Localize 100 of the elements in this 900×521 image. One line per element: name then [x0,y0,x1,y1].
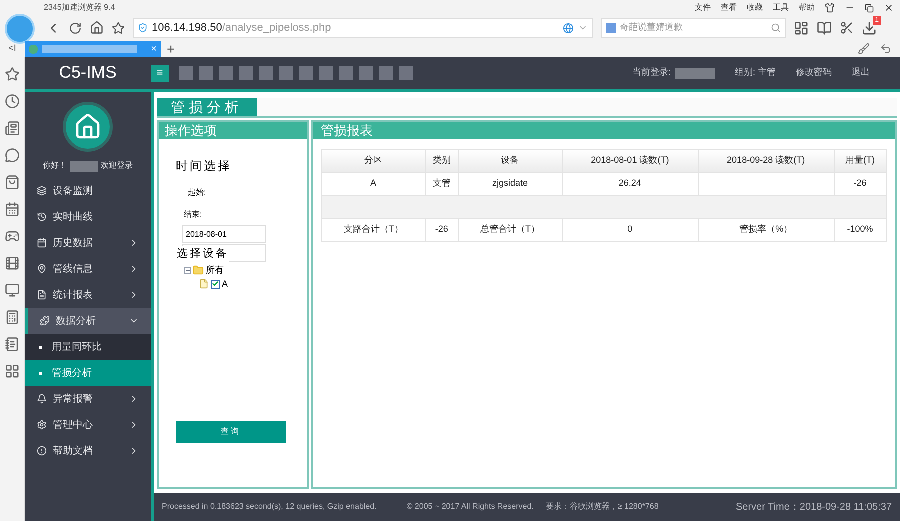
history-icon [37,212,47,222]
sidebar-item[interactable]: 数据分析 [25,308,151,334]
redacted-block [339,66,353,80]
menu-item[interactable]: 文件 [695,2,711,14]
address-bar[interactable]: 106.14.198.50/analyse_pipeloss.php [133,18,593,38]
redacted-block [199,66,213,80]
table-cell: 0 [562,218,698,242]
table-cell: 管损率（%） [698,218,834,242]
map-pin-icon [37,264,47,274]
favorite-icon[interactable] [112,22,125,34]
search-icon [771,23,781,33]
reader-icon[interactable] [817,20,832,36]
redacted-block [674,68,715,78]
login-label: 当前登录: [632,66,671,80]
monitor-icon[interactable] [4,283,20,298]
file-icon [199,279,209,290]
collapse-toggle[interactable] [184,267,191,274]
menu-item[interactable]: 帮助 [799,2,815,14]
bell-icon [37,394,47,404]
sidebar-item[interactable]: 管线信息 [25,256,151,282]
menu-item[interactable]: 查看 [721,2,737,14]
redacted-block [259,66,273,80]
group-label: 组别: 主管 [734,66,776,80]
undo-icon[interactable] [880,43,892,55]
sidebar-item[interactable]: 帮助文档 [25,438,151,464]
clock-icon[interactable] [4,94,20,109]
column-header: 分区 [322,150,426,172]
sidebar-item[interactable]: 实时曲线 [25,204,151,230]
column-header: 2018-09-28 读数(T) [698,150,834,172]
table-cell: -26 [426,218,458,242]
app-logo: C5-IMS [58,62,118,84]
change-password-link[interactable]: 修改密码 [796,66,832,80]
settings-icon [37,420,47,430]
apps-icon[interactable] [794,20,809,36]
redacted-block [359,66,373,80]
field-label: 起始: [188,187,208,199]
browser-logo-icon [5,14,35,44]
avatar-icon [63,102,113,152]
sidebar-toggle[interactable]: <I [0,42,25,56]
clean-icon[interactable] [858,43,870,55]
table-cell: 总管合计（T） [458,218,562,242]
section-heading: 选择设备 [177,246,229,262]
submenu-item[interactable]: 管损分析 [25,360,151,386]
tree-label[interactable]: A [222,278,228,291]
welcome-text: 欢迎登录 [101,160,133,172]
site-icon [29,44,38,54]
date-field[interactable]: 2018-08-01 [182,225,266,243]
newspaper-icon[interactable] [4,121,20,136]
skin-icon[interactable] [825,3,835,13]
logout-link[interactable]: 退出 [852,66,870,80]
layers-icon [37,186,47,196]
screenshot-icon[interactable] [840,21,854,35]
download-icon[interactable] [862,20,877,36]
star-icon[interactable] [4,67,20,82]
sidebar-item[interactable]: 统计报表 [25,282,151,308]
redacted-block [279,66,293,80]
document-icon [37,290,47,300]
footer-text: 要求：谷歌浏览器，≥ 1280*768 [546,501,659,513]
search-engine-icon [606,23,616,33]
close-icon[interactable] [884,3,894,13]
grid-icon[interactable] [4,364,20,379]
bag-icon[interactable] [4,175,20,190]
footer-text: © 2005 ~ 2017 All Rights Reserved. [406,501,534,513]
calculator-icon[interactable] [4,310,20,325]
home-icon[interactable] [90,21,104,35]
footer-text: Processed in 0.183623 second(s), 12 queries, Gzip enabled. [162,501,377,513]
checkbox[interactable] [211,280,220,289]
column-header: 用量(T) [834,150,886,172]
shield-icon [138,23,148,33]
table-cell: 支路合计（T） [322,218,426,242]
chat-icon[interactable] [4,148,20,163]
redacted-block [179,66,193,80]
field-label: 结束: [184,209,204,221]
redacted-block [219,66,233,80]
column-header: 设备 [458,150,562,172]
greeting: 你好！ [43,160,67,172]
sidebar-item[interactable]: 历史数据 [25,230,151,256]
redacted-block [379,66,393,80]
sidebar-item[interactable]: 管理中心 [25,412,151,438]
puzzle-icon [40,316,50,326]
section-heading: 时间选择 [176,158,233,175]
refresh-icon[interactable] [69,22,82,34]
redacted-block [319,66,333,80]
film-icon[interactable] [4,256,20,271]
query-button[interactable]: 查询 [176,421,286,443]
menu-item[interactable]: 收藏 [747,2,763,14]
server-time: Server Time：2018-09-28 11:05:37 [736,500,892,514]
tree-label[interactable]: 所有 [206,264,224,278]
restore-icon[interactable] [865,4,874,12]
new-tab-button[interactable]: + [167,41,176,57]
sidebar-item[interactable]: 设备监测 [25,178,151,204]
calendar-icon[interactable] [4,202,20,217]
sidebar-item[interactable]: 异常报警 [25,386,151,412]
panel-title: 操作选项 [159,122,307,139]
menu-item[interactable]: 工具 [773,2,789,14]
gamepad-icon[interactable] [4,229,20,244]
globe-icon [563,22,574,34]
column-header: 2018-08-01 读数(T) [562,150,698,172]
submenu-item[interactable]: 用量同环比 [25,334,151,360]
notebook-icon[interactable] [4,337,20,352]
